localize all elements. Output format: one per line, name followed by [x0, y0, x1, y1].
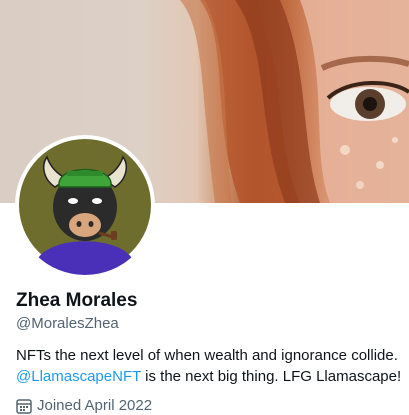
joined-text: Joined April 2022 — [37, 397, 153, 414]
joined-date: Joined April 2022 — [16, 397, 152, 415]
profile-avatar[interactable] — [15, 135, 155, 275]
bio-line-2-text: is the next big thing. LFG Llamascape! — [141, 368, 402, 385]
calendar-icon — [16, 399, 32, 414]
profile-bio: NFTs the next level of when wealth and i… — [16, 345, 408, 387]
bio-line-2: @LlamascapeNFT is the next big thing. LF… — [16, 366, 408, 387]
profile-handle: @MoralesZhea — [16, 315, 119, 332]
bio-mention-link[interactable]: @LlamascapeNFT — [16, 368, 141, 385]
bull-avatar-image — [19, 139, 151, 275]
bio-line-1: NFTs the next level of when wealth and i… — [16, 347, 398, 364]
profile-name: Zhea Morales — [16, 290, 138, 311]
